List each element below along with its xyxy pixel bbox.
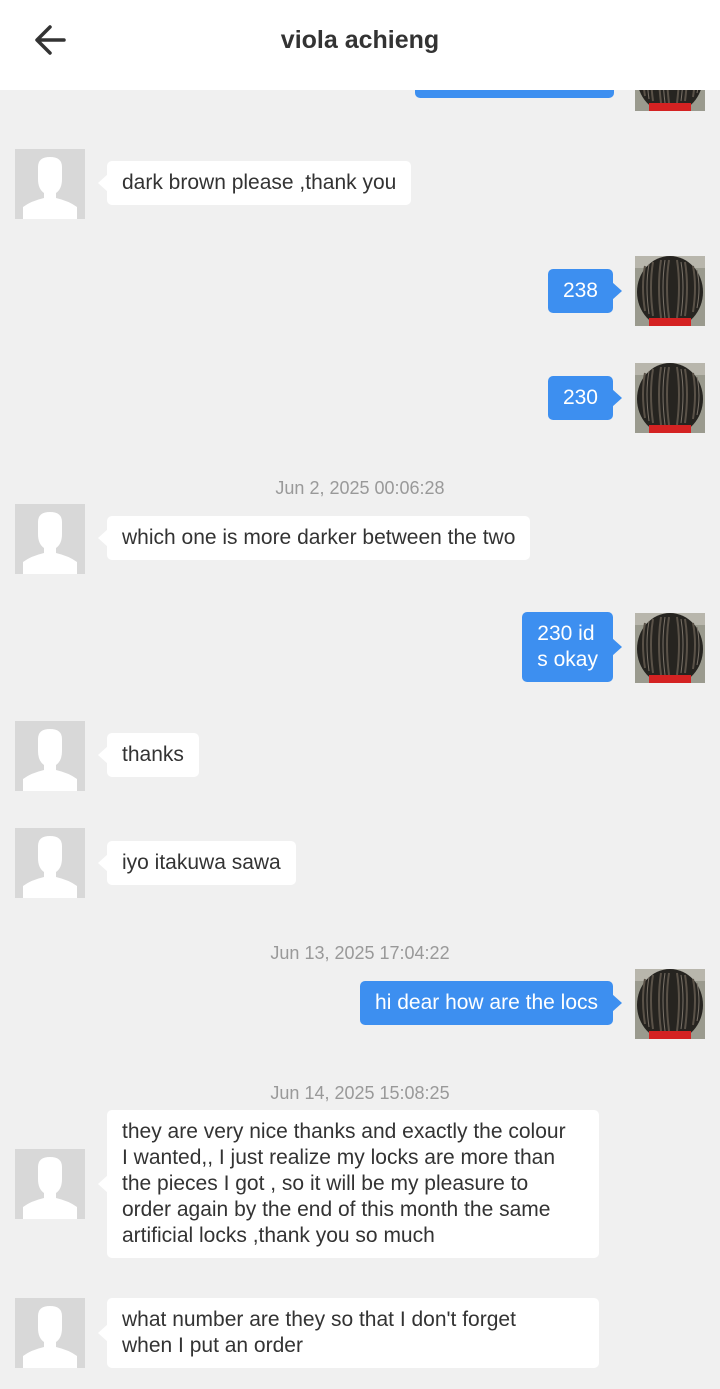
message-line: they are very nice thanks and exactly th… bbox=[122, 1120, 566, 1143]
message-timestamp: Jun 13, 2025 17:04:22 bbox=[270, 943, 450, 963]
outgoing-message[interactable]: 230 bbox=[547, 376, 623, 420]
incoming-message[interactable]: dark brown please ,thank you bbox=[97, 161, 412, 205]
message-timestamp: Jun 14, 2025 15:08:25 bbox=[270, 1083, 450, 1103]
page-title: viola achieng bbox=[280, 26, 440, 54]
user-avatar[interactable] bbox=[635, 90, 705, 111]
incoming-message[interactable]: they are very nice thanks and exactly th… bbox=[98, 1110, 599, 1258]
message-line: when I put an order bbox=[122, 1334, 303, 1357]
user-avatar[interactable] bbox=[635, 613, 705, 683]
message-line: the pieces I got , so it will be my plea… bbox=[122, 1172, 529, 1195]
incoming-message[interactable]: what number are they so that I don't for… bbox=[98, 1298, 599, 1368]
contact-avatar[interactable] bbox=[15, 1149, 85, 1219]
contact-avatar[interactable] bbox=[15, 149, 85, 219]
contact-avatar[interactable] bbox=[15, 1298, 85, 1368]
incoming-message[interactable]: which one is more darker between the two bbox=[97, 516, 531, 560]
user-avatar[interactable] bbox=[635, 363, 705, 433]
outgoing-message[interactable]: 230 id s okay bbox=[522, 612, 622, 682]
message-line: what number are they so that I don't for… bbox=[122, 1308, 516, 1331]
contact-avatar[interactable] bbox=[15, 504, 85, 574]
incoming-message[interactable]: thanks bbox=[98, 733, 199, 777]
message-timestamp: Jun 2, 2025 00:06:28 bbox=[275, 478, 445, 498]
outgoing-message[interactable]: 238 bbox=[547, 269, 623, 313]
chat-header: viola achieng bbox=[0, 0, 720, 90]
message-line: I wanted,, I just realize my locks are m… bbox=[122, 1146, 556, 1169]
message-bubble-partial[interactable] bbox=[415, 90, 614, 98]
user-avatar[interactable] bbox=[635, 969, 705, 1039]
contact-avatar[interactable] bbox=[15, 721, 85, 791]
message-line: 230 id bbox=[537, 622, 595, 645]
outgoing-message[interactable]: hi dear how are the locs bbox=[360, 981, 622, 1025]
message-line: order again by the end of this month the… bbox=[122, 1198, 551, 1221]
contact-avatar[interactable] bbox=[15, 828, 85, 898]
user-avatar[interactable] bbox=[635, 256, 705, 326]
message-list[interactable]: dark brown please ,thank you 238 230 Jun… bbox=[0, 90, 720, 1389]
message-line: artificial locks ,thank you so much bbox=[122, 1224, 435, 1247]
incoming-message[interactable]: iyo itakuwa sawa bbox=[98, 841, 296, 885]
message-line: s okay bbox=[537, 648, 598, 671]
